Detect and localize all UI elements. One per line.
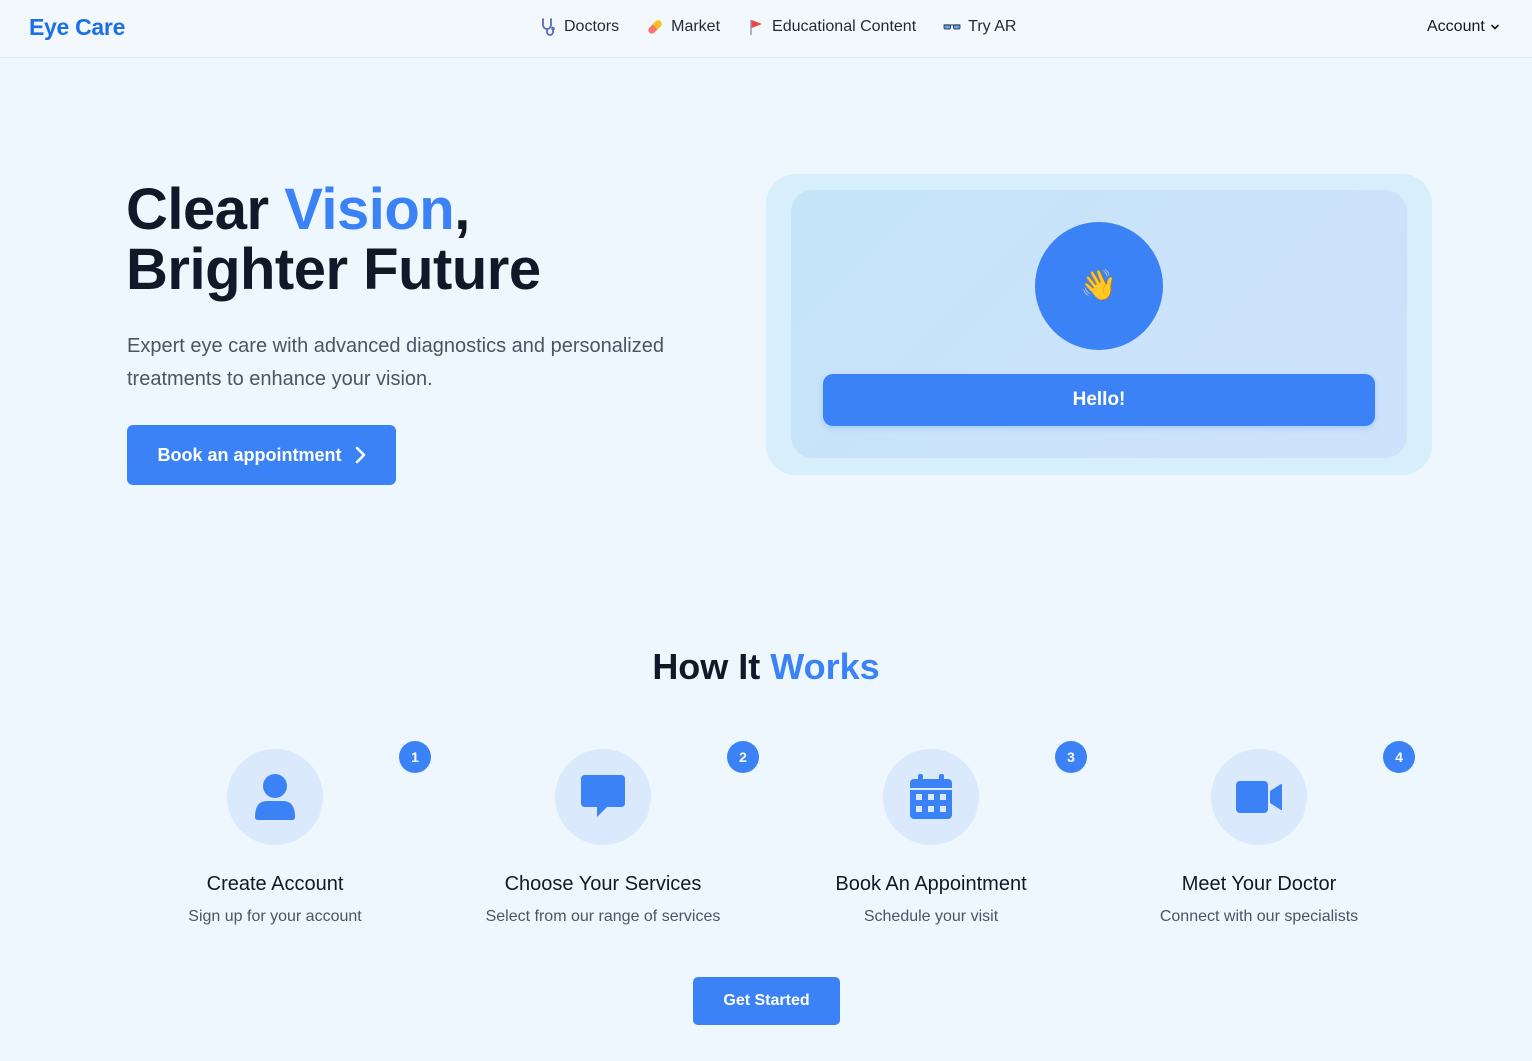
hero-title: Clear Vision, Brighter Future bbox=[126, 180, 541, 300]
step-icon-circle bbox=[1211, 749, 1307, 845]
calendar-icon bbox=[910, 774, 952, 819]
step-meet-doctor: 4 Meet Your Doctor Connect with our spec… bbox=[1094, 740, 1424, 940]
step-title: Choose Your Services bbox=[504, 873, 702, 895]
step-icon-circle bbox=[227, 749, 323, 845]
chat-icon bbox=[581, 775, 625, 817]
step-number-badge: 3 bbox=[1055, 741, 1087, 773]
step-icon-circle bbox=[883, 749, 979, 845]
nav-link-try-ar[interactable]: Try AR bbox=[943, 18, 1016, 36]
hero-title-comma: , bbox=[454, 177, 470, 242]
nav-link-label: Try AR bbox=[968, 18, 1017, 35]
hero-title-text: Clear bbox=[126, 177, 285, 242]
step-icon-circle bbox=[555, 749, 651, 845]
step-title: Create Account bbox=[206, 873, 344, 895]
waving-hand-icon: 👋 bbox=[1080, 269, 1118, 302]
step-number-badge: 1 bbox=[399, 741, 431, 773]
hero-title-line1: Clear Vision, bbox=[126, 180, 541, 240]
brand-logo[interactable]: Eye Care bbox=[29, 14, 125, 41]
step-number-badge: 2 bbox=[727, 741, 759, 773]
flag-icon bbox=[747, 18, 765, 36]
step-number-badge: 4 bbox=[1383, 741, 1415, 773]
step-choose-services: 2 Choose Your Services Select from our r… bbox=[438, 740, 768, 940]
account-label: Account bbox=[1427, 18, 1485, 35]
hello-button[interactable]: Hello! bbox=[823, 374, 1375, 426]
top-navbar: Eye Care Doctors Market Educational Cont… bbox=[0, 0, 1532, 58]
pill-icon bbox=[646, 18, 664, 36]
nav-link-label: Doctors bbox=[564, 18, 620, 35]
step-description: Select from our range of services bbox=[485, 908, 721, 925]
get-started-button[interactable]: Get Started bbox=[693, 977, 840, 1025]
chevron-down-icon bbox=[1491, 24, 1499, 30]
step-title: Meet Your Doctor bbox=[1181, 873, 1337, 895]
book-appointment-label: Book an appointment bbox=[157, 444, 342, 465]
hero-title-line2: Brighter Future bbox=[126, 237, 541, 302]
greeting-card-inner: 👋 Hello! bbox=[791, 190, 1407, 458]
how-title-text: How It bbox=[652, 646, 771, 687]
nav-links: Doctors Market Educational Content Try A… bbox=[539, 18, 1043, 36]
how-title-accent: Works bbox=[770, 646, 880, 687]
video-icon bbox=[1236, 781, 1282, 813]
step-create-account: 1 Create Account Sign up for your accoun… bbox=[110, 740, 440, 940]
book-appointment-button[interactable]: Book an appointment bbox=[127, 425, 396, 485]
nav-link-label: Market bbox=[671, 18, 721, 35]
hero-subtitle: Expert eye care with advanced diagnostic… bbox=[127, 335, 664, 390]
glasses-icon bbox=[943, 18, 961, 36]
account-menu[interactable]: Account bbox=[1427, 18, 1500, 36]
stethoscope-icon bbox=[539, 18, 557, 36]
chevron-right-icon bbox=[355, 446, 365, 464]
step-book-appointment: 3 Book An Appointment Schedule your visi… bbox=[766, 740, 1096, 940]
greeting-card: 👋 Hello! bbox=[766, 174, 1432, 475]
step-description: Sign up for your account bbox=[188, 908, 362, 925]
how-it-works-title: How It Works bbox=[0, 646, 1532, 688]
nav-link-educational-content[interactable]: Educational Content bbox=[747, 18, 916, 36]
step-description: Connect with our specialists bbox=[1159, 908, 1359, 925]
nav-link-market[interactable]: Market bbox=[646, 18, 720, 36]
user-icon bbox=[255, 774, 295, 820]
step-description: Schedule your visit bbox=[863, 908, 999, 925]
wave-avatar: 👋 bbox=[1035, 222, 1163, 350]
nav-link-label: Educational Content bbox=[772, 18, 917, 35]
step-title: Book An Appointment bbox=[835, 873, 1027, 895]
nav-link-doctors[interactable]: Doctors bbox=[539, 18, 619, 36]
hero-title-accent: Vision bbox=[284, 177, 455, 242]
